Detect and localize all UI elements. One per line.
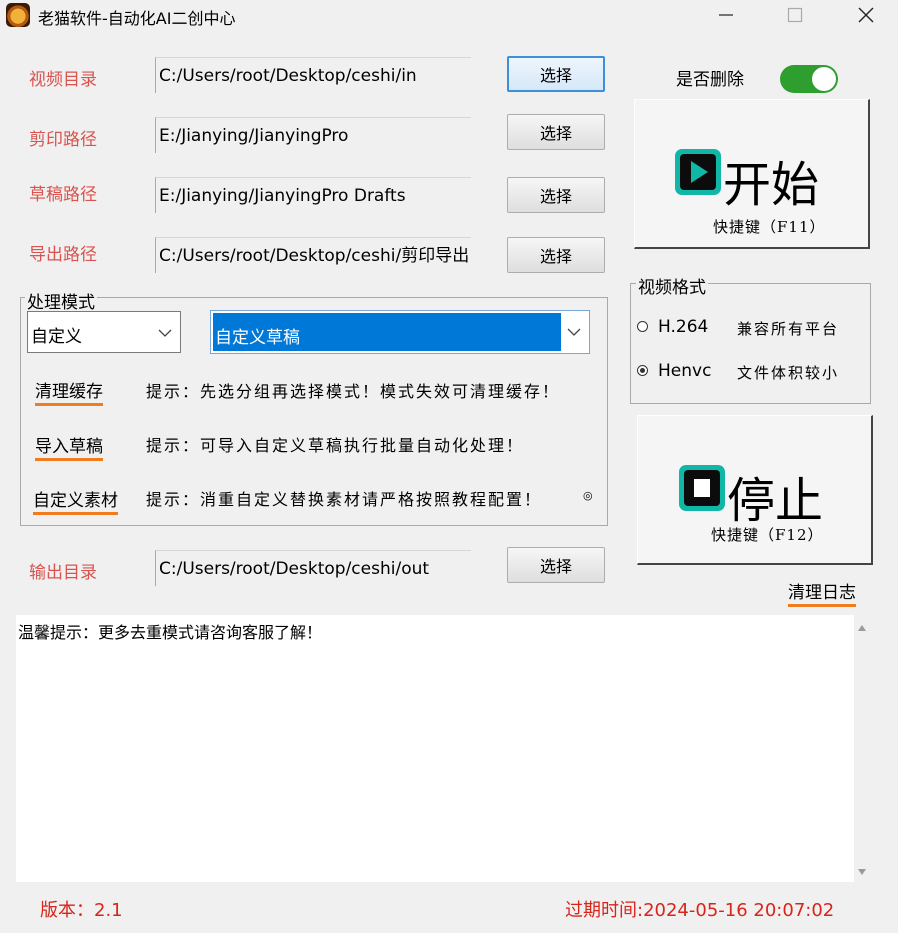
export-path-input[interactable]: C:/Users/root/Desktop/ceshi/剪印导出 — [155, 237, 471, 273]
chevron-down-icon — [567, 328, 581, 336]
play-icon — [675, 149, 721, 195]
clear-cache-button[interactable]: 清理缓存 — [35, 377, 103, 406]
output-dir-input[interactable]: C:/Users/root/Desktop/ceshi/out — [155, 550, 471, 586]
close-icon — [858, 7, 874, 23]
delete-toggle-label: 是否删除 — [676, 70, 744, 90]
log-text: 温馨提示：更多去重模式请咨询客服了解！ — [18, 623, 323, 642]
title-bar: 老猫软件-自动化AI二创中心 — [0, 0, 898, 30]
export-path-label: 导出路径 — [29, 245, 97, 265]
h264-desc: 兼容所有平台 — [737, 320, 840, 338]
log-scrollbar[interactable] — [854, 615, 870, 882]
close-button[interactable] — [836, 0, 896, 30]
output-dir-label: 输出目录 — [29, 563, 97, 583]
mode-select-highlight: 自定义草稿 — [213, 313, 561, 351]
export-path-choose-button[interactable]: 选择 — [507, 237, 605, 273]
stop-shortcut: 快捷键（F12） — [711, 526, 824, 544]
app-cat-icon — [6, 3, 30, 27]
henvc-label[interactable]: Henvc — [658, 361, 711, 381]
custom-material-hint: 提示：消重自定义替换素材请严格按照教程配置！ — [146, 490, 543, 509]
log-textarea[interactable]: 温馨提示：更多去重模式请咨询客服了解！ — [16, 615, 854, 882]
h264-label[interactable]: H.264 — [658, 317, 708, 337]
draft-path-input[interactable]: E:/Jianying/JianyingPro Drafts — [155, 177, 471, 213]
mode-select-value: 自定义草稿 — [215, 328, 300, 348]
draft-path-choose-button[interactable]: 选择 — [507, 177, 605, 213]
start-shortcut: 快捷键（F11） — [713, 218, 826, 236]
jianying-path-label: 剪印路径 — [29, 130, 97, 150]
henvc-desc: 文件体积较小 — [737, 364, 840, 382]
start-label: 开始 — [723, 157, 820, 213]
minimize-icon — [719, 14, 733, 16]
custom-material-button[interactable]: 自定义素材 — [33, 486, 118, 515]
maximize-button[interactable] — [765, 0, 825, 30]
clear-cache-hint: 提示：先选分组再选择模式！模式失效可清理缓存！ — [146, 382, 561, 401]
scroll-down-icon[interactable] — [857, 867, 867, 877]
mode-select[interactable]: 自定义草稿 — [210, 310, 590, 354]
jianying-path-input[interactable]: E:/Jianying/JianyingPro — [155, 117, 471, 153]
h264-radio[interactable] — [637, 321, 648, 332]
delete-toggle[interactable] — [780, 65, 838, 93]
import-draft-hint: 提示：可导入自定义草稿执行批量自动化处理！ — [146, 436, 525, 455]
toggle-knob — [812, 67, 836, 91]
henvc-radio[interactable] — [637, 365, 648, 376]
draft-path-label: 草稿路径 — [29, 185, 97, 205]
import-draft-button[interactable]: 导入草稿 — [35, 432, 103, 461]
output-dir-choose-button[interactable]: 选择 — [507, 547, 605, 583]
version-text: 版本：2.1 — [40, 900, 123, 921]
processing-mode-legend: 处理模式 — [25, 288, 97, 313]
group-select-value: 自定义 — [31, 327, 82, 347]
chevron-down-icon — [158, 329, 172, 337]
start-button[interactable]: 开始 快捷键（F11） — [634, 99, 870, 249]
stop-icon — [679, 465, 725, 511]
expiry-text: 过期时间:2024-05-16 20:07:02 — [565, 900, 835, 921]
video-format-legend: 视频格式 — [636, 273, 708, 298]
minimize-button[interactable] — [696, 0, 756, 30]
window-title: 老猫软件-自动化AI二创中心 — [38, 9, 236, 28]
jianying-path-choose-button[interactable]: 选择 — [507, 114, 605, 150]
scroll-up-icon[interactable] — [857, 623, 867, 633]
video-dir-label: 视频目录 — [29, 70, 97, 90]
stop-label: 停止 — [727, 473, 824, 529]
stop-button[interactable]: 停止 快捷键（F12） — [637, 415, 873, 565]
clear-log-button[interactable]: 清理日志 — [788, 578, 856, 607]
video-dir-input[interactable]: C:/Users/root/Desktop/ceshi/in — [155, 57, 471, 93]
video-format-group — [630, 283, 871, 404]
maximize-icon — [787, 7, 803, 23]
group-select[interactable]: 自定义 — [27, 311, 181, 353]
video-dir-choose-button[interactable]: 选择 — [507, 56, 605, 92]
help-mark: ◎ — [583, 489, 593, 502]
